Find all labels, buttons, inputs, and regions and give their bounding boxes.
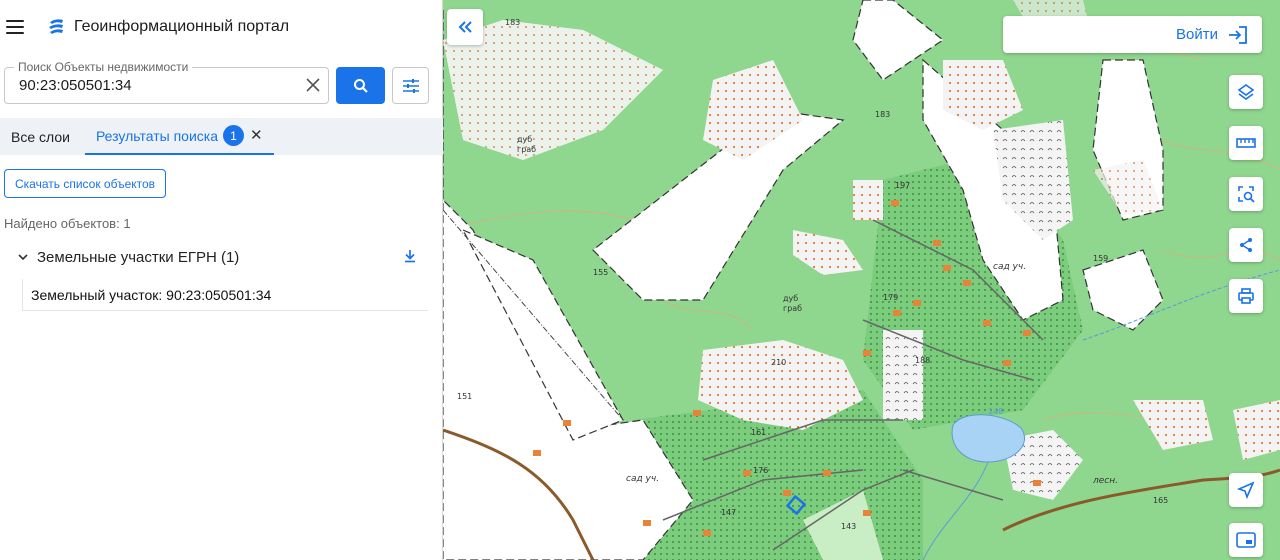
ruler-button[interactable] [1229,126,1263,160]
map-label-165: 165 [1153,496,1169,505]
tab-search-results[interactable]: Результаты поиска 1 ✕ [84,118,274,155]
portal-logo-icon [49,19,63,34]
download-icon[interactable] [402,248,418,264]
menu-icon[interactable] [6,20,24,34]
share-icon [1240,238,1252,252]
map-label-179: 179 [883,293,899,302]
tab-all-layers-label: Все слои [11,128,70,145]
collapse-panel-button[interactable] [447,9,483,45]
share-button[interactable] [1229,228,1263,262]
map-label-dub2: дуб [783,294,799,303]
map-label-159: 159 [1093,254,1109,263]
tab-all-layers[interactable]: Все слои [0,118,81,155]
locate-button[interactable] [1229,473,1263,507]
topographic-map[interactable] [443,0,1280,560]
locate-icon [1237,481,1255,499]
tab-bar: Все слои Результаты поиска 1 ✕ [0,118,443,155]
map-label-143: 143 [841,522,857,531]
map-label-183a: 183 [505,18,521,27]
map-label-sad1: сад уч. [993,262,1027,272]
map-label-176: 176 [753,466,769,475]
download-list-button[interactable]: Скачать список объектов [4,169,167,198]
area-select-button[interactable] [1229,177,1263,211]
map-label-161: 161 [751,428,767,437]
search-button[interactable] [336,67,385,104]
top-bar: Геоинформационный портал [0,0,442,54]
map-view[interactable]: 183 183 197 155 159 179 188 210 151 161 … [443,0,1280,560]
result-group-label: Земельные участки ЕГРН (1) [37,248,240,266]
login-icon [1229,25,1247,44]
map-label-188: 188 [915,356,931,365]
tab-search-results-label: Результаты поиска [95,127,218,144]
login-button[interactable]: Войти [1003,16,1262,53]
print-button[interactable] [1229,279,1263,313]
clear-icon[interactable] [304,76,322,94]
map-label-210: 210 [771,358,787,367]
chevron-down-icon[interactable] [18,252,28,262]
map-label-148: 148 [988,407,1004,416]
search-field[interactable]: Поиск Объекты недвижимости [4,60,329,104]
map-label-lesn: лесн. [1093,476,1118,486]
minimap-button[interactable] [1229,523,1263,557]
double-chevron-left-icon [458,21,472,33]
map-label-147: 147 [721,508,737,517]
map-label-151: 151 [457,392,473,401]
print-icon [1238,288,1254,304]
close-tab-icon[interactable]: ✕ [250,128,263,143]
sidebar: Геоинформационный портал Поиск Объекты н… [0,0,443,560]
map-label-197: 197 [895,181,911,190]
area-select-icon [1238,186,1255,203]
map-label-grab1: граб [517,145,537,154]
filter-button[interactable] [392,67,429,104]
app-title: Геоинформационный портал [74,18,290,35]
map-label-183b: 183 [875,110,891,119]
found-count: Найдено объектов: 1 [4,216,131,231]
result-item-label: Земельный участок: 90:23:050501:34 [31,286,272,303]
search-row: Поиск Объекты недвижимости [4,60,429,104]
map-label-dub1: дуб [517,135,533,144]
result-list-item[interactable]: Земельный участок: 90:23:050501:34 [22,279,428,311]
results-count-badge: 1 [222,125,244,146]
login-label: Войти [1176,26,1218,43]
layers-button[interactable] [1229,75,1263,109]
search-input[interactable] [5,68,295,103]
map-label-grab2: граб [783,304,803,313]
ruler-icon [1236,138,1256,148]
minimap-icon [1236,532,1256,548]
sliders-icon [402,78,419,93]
map-label-155: 155 [593,268,609,277]
map-label-sad2: сад уч. [626,474,660,484]
result-group-header[interactable]: Земельные участки ЕГРН (1) [18,246,418,268]
app-root: Геоинформационный портал Поиск Объекты н… [0,0,1280,560]
search-icon [353,78,368,93]
layers-icon [1237,84,1255,100]
